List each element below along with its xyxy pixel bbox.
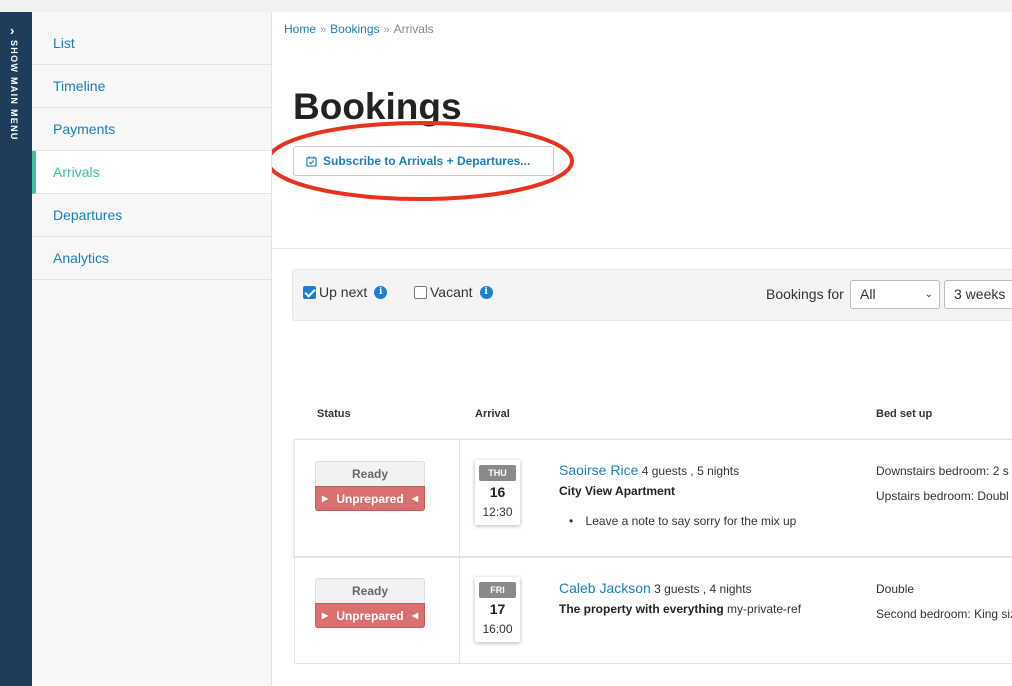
show-main-menu-toggle[interactable]: › SHOW MAIN MENU	[0, 12, 32, 686]
nav-item-list[interactable]: List	[32, 22, 271, 65]
status-toggle[interactable]: Ready ▶ Unprepared ◀	[315, 578, 425, 628]
bed-setup-line: Upstairs bedroom: Doubl	[876, 489, 1009, 503]
property-name: The property with everything	[559, 602, 724, 616]
breadcrumb: Home» Bookings» Arrivals	[284, 22, 434, 36]
filter-bar: Up next i Vacant i Bookings for All ⌄ 3 …	[292, 269, 1012, 321]
guest-info: Saoirse Rice 4 guests , 5 nights	[559, 462, 739, 478]
vacant-label: Vacant	[430, 284, 473, 300]
show-main-menu-label: SHOW MAIN MENU	[9, 40, 19, 141]
unprepared-status[interactable]: ▶ Unprepared ◀	[315, 486, 425, 511]
bookings-range-value: 3 weeks	[954, 286, 1006, 302]
booking-note-text: Leave a note to say sorry for the mix up	[585, 514, 797, 528]
up-next-label: Up next	[319, 284, 368, 300]
nav-item-departures[interactable]: Departures	[32, 194, 271, 237]
vacant-checkbox[interactable]	[414, 285, 427, 299]
breadcrumb-home[interactable]: Home	[284, 22, 316, 36]
bed-column-header: Bed set up	[876, 408, 933, 420]
info-icon[interactable]: i	[479, 285, 493, 299]
nav-item-arrivals[interactable]: Arrivals	[32, 151, 271, 194]
row-divider	[459, 440, 460, 556]
status-column-header: Status	[317, 408, 351, 420]
nav-item-payments[interactable]: Payments	[32, 108, 271, 151]
ready-status[interactable]: Ready	[315, 578, 425, 603]
vacant-filter[interactable]: Vacant i	[414, 284, 493, 300]
property-ref: my-private-ref	[727, 602, 802, 616]
triangle-right-icon: ▶	[322, 611, 329, 620]
breadcrumb-bookings[interactable]: Bookings	[330, 22, 379, 36]
guest-info: Caleb Jackson 3 guests , 4 nights	[559, 580, 752, 596]
section-divider	[272, 248, 1012, 249]
bed-setup-line: Double	[876, 582, 915, 596]
arrival-date-tile: FRI 17 16:00	[475, 577, 520, 642]
arrival-column-header: Arrival	[475, 408, 510, 420]
chevron-down-icon: ⌄	[924, 289, 933, 300]
triangle-left-icon: ◀	[411, 611, 418, 620]
up-next-checkbox[interactable]	[303, 285, 316, 299]
triangle-right-icon: ▶	[322, 494, 329, 503]
breadcrumb-arrivals: Arrivals	[393, 22, 434, 36]
double-chevron-right-icon: »	[383, 24, 390, 36]
row-divider	[459, 558, 460, 663]
property-info: The property with everything my-private-…	[559, 602, 801, 616]
unprepared-label: Unprepared	[336, 608, 404, 623]
bookings-scope-select[interactable]: All ⌄	[850, 280, 940, 309]
booking-row[interactable]: Ready ▶ Unprepared ◀ FRI 17 16:00 Caleb …	[294, 557, 1012, 664]
unprepared-status[interactable]: ▶ Unprepared ◀	[315, 603, 425, 628]
bed-setup-line: Downstairs bedroom: 2 s	[876, 464, 1009, 478]
up-next-filter[interactable]: Up next i	[303, 284, 388, 300]
nav-item-analytics[interactable]: Analytics	[32, 237, 271, 280]
main-content: Home» Bookings» Arrivals Bookings Subscrib…	[272, 12, 1012, 686]
guest-name-link[interactable]: Saoirse Rice	[559, 462, 638, 478]
bullet-icon: •	[569, 514, 574, 528]
arrival-time: 12:30	[482, 505, 513, 519]
ready-status[interactable]: Ready	[315, 461, 425, 486]
bookings-range-select[interactable]: 3 weeks	[944, 280, 1012, 309]
booking-row[interactable]: Ready ▶ Unprepared ◀ THU 16 12:30 Saoirs…	[294, 439, 1012, 557]
bookings-for-label: Bookings for	[766, 286, 844, 302]
arrival-time: 16:00	[482, 622, 513, 636]
arrival-weekday: FRI	[479, 582, 516, 598]
arrival-date-tile: THU 16 12:30	[475, 460, 520, 525]
guest-meta: 4 guests , 5 nights	[641, 464, 740, 478]
booking-note: • Leave a note to say sorry for the mix …	[569, 514, 796, 528]
property-info: City View Apartment	[559, 484, 675, 498]
arrival-day: 17	[489, 601, 506, 617]
nav-item-timeline[interactable]: Timeline	[32, 65, 271, 108]
bookings-scope-value: All	[860, 286, 876, 302]
guest-name-link[interactable]: Caleb Jackson	[559, 580, 651, 596]
triangle-left-icon: ◀	[411, 494, 418, 503]
chevron-right-icon: ›	[10, 23, 15, 38]
double-chevron-right-icon: »	[320, 24, 327, 36]
annotation-ellipse	[272, 121, 574, 201]
guest-meta: 3 guests , 4 nights	[654, 582, 752, 596]
bookings-subnav: List Timeline Payments Arrivals Departur…	[32, 12, 272, 686]
unprepared-label: Unprepared	[336, 491, 404, 506]
arrival-day: 16	[489, 484, 506, 500]
property-name: City View Apartment	[559, 484, 676, 498]
arrival-weekday: THU	[479, 465, 516, 481]
bed-setup-line: Second bedroom: King siz	[876, 607, 1012, 621]
info-icon[interactable]: i	[374, 285, 388, 299]
status-toggle[interactable]: Ready ▶ Unprepared ◀	[315, 461, 425, 511]
